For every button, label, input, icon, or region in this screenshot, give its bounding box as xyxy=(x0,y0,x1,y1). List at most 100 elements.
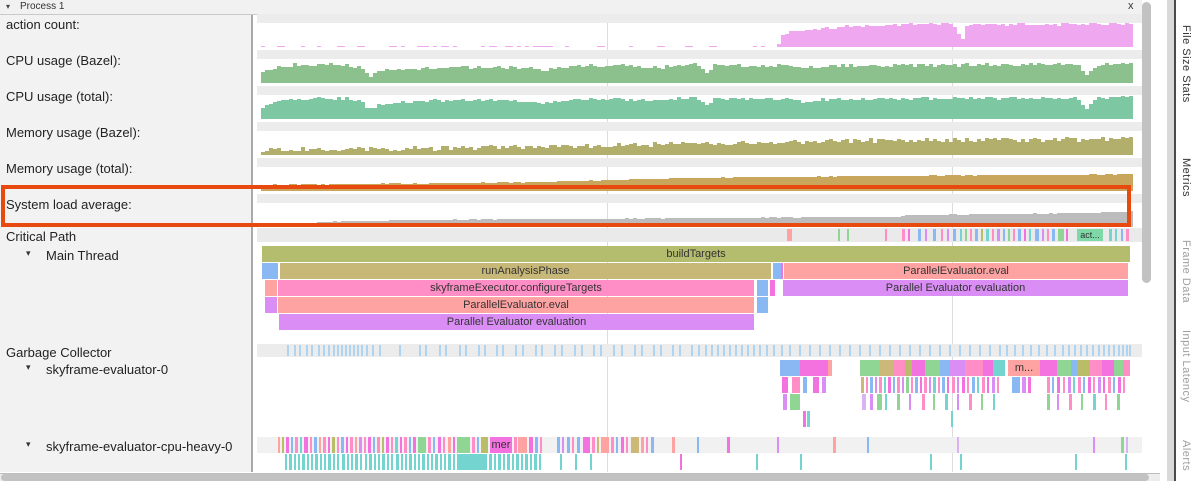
trace-span[interactable] xyxy=(792,377,800,393)
trace-span[interactable] xyxy=(877,394,882,410)
gc-tick[interactable] xyxy=(1113,345,1115,356)
trace-span[interactable] xyxy=(756,454,758,470)
trace-span[interactable] xyxy=(911,377,913,393)
trace-span[interactable] xyxy=(387,454,389,470)
trace-span[interactable] xyxy=(782,377,788,393)
trace-span[interactable] xyxy=(866,377,868,393)
trace-span[interactable] xyxy=(320,454,322,470)
gc-tick[interactable] xyxy=(484,345,486,356)
trace-span[interactable] xyxy=(404,437,407,453)
trace-span[interactable] xyxy=(1123,360,1130,376)
trace-span[interactable] xyxy=(374,454,376,470)
trace-span[interactable] xyxy=(828,360,832,376)
trace-span[interactable] xyxy=(302,454,305,470)
gc-tick[interactable] xyxy=(287,345,289,356)
trace-span[interactable] xyxy=(382,454,385,470)
process-header[interactable]: ▾ Process 1 x xyxy=(0,0,1142,15)
trace-span[interactable] xyxy=(333,454,335,470)
gc-tick[interactable] xyxy=(1098,345,1100,356)
trace-span[interactable] xyxy=(807,411,810,427)
trace-span[interactable] xyxy=(925,360,940,376)
trace-span[interactable] xyxy=(930,454,932,470)
gc-tick[interactable] xyxy=(1046,345,1048,356)
gc-tick[interactable] xyxy=(1022,345,1024,356)
trace-span[interactable]: mer xyxy=(490,437,512,453)
trace-span[interactable] xyxy=(651,437,654,453)
trace-span[interactable] xyxy=(521,454,523,470)
gc-tick[interactable] xyxy=(535,345,537,356)
trace-span[interactable] xyxy=(757,280,768,296)
gc-tick[interactable] xyxy=(1038,345,1040,356)
gc-tick[interactable] xyxy=(1108,345,1110,356)
trace-span[interactable] xyxy=(457,437,470,453)
trace-span[interactable] xyxy=(291,437,293,453)
gc-tick[interactable] xyxy=(361,345,363,356)
gc-tick[interactable] xyxy=(781,345,783,356)
gc-tick[interactable] xyxy=(1014,345,1016,356)
gc-tick[interactable] xyxy=(741,345,743,356)
gc-tick[interactable] xyxy=(1118,345,1120,356)
gc-tick[interactable] xyxy=(613,345,615,356)
critical-path-tick[interactable] xyxy=(1018,229,1021,241)
trace-span[interactable] xyxy=(1088,377,1091,393)
trace-span[interactable] xyxy=(1126,437,1128,453)
gc-tick[interactable] xyxy=(979,345,981,356)
gc-tick[interactable] xyxy=(600,345,602,356)
critical-path-tick[interactable] xyxy=(986,229,989,241)
gc-tick[interactable] xyxy=(593,345,595,356)
gc-tick[interactable] xyxy=(698,345,700,356)
trace-span[interactable] xyxy=(433,437,435,453)
trace-span[interactable] xyxy=(319,437,321,453)
gc-tick[interactable] xyxy=(299,345,301,356)
critical-path-tick[interactable] xyxy=(847,229,849,241)
trace-span[interactable] xyxy=(861,377,864,393)
trace-span[interactable] xyxy=(265,297,277,313)
gc-tick[interactable] xyxy=(849,345,851,356)
trace-span[interactable] xyxy=(507,454,510,470)
trace-span[interactable] xyxy=(378,454,380,470)
critical-path-tick[interactable] xyxy=(1003,229,1005,241)
trace-span[interactable] xyxy=(893,377,895,393)
trace-span[interactable] xyxy=(940,360,950,376)
trace-span[interactable] xyxy=(567,437,570,453)
trace-span[interactable] xyxy=(1093,394,1096,410)
gc-tick[interactable] xyxy=(372,345,374,356)
trace-span[interactable] xyxy=(992,377,995,393)
trace-span[interactable] xyxy=(912,360,925,376)
critical-path-tick[interactable] xyxy=(933,229,936,241)
gc-tick[interactable] xyxy=(1080,345,1082,356)
trace-span[interactable] xyxy=(993,360,1005,376)
trace-span[interactable] xyxy=(1102,360,1114,376)
gc-tick[interactable] xyxy=(1074,345,1076,356)
trace-span[interactable] xyxy=(945,394,948,410)
gc-tick[interactable] xyxy=(311,345,313,356)
critical-path-tick[interactable] xyxy=(1029,229,1031,241)
trace-span[interactable] xyxy=(957,377,959,393)
trace-span[interactable] xyxy=(888,377,891,393)
gc-tick[interactable] xyxy=(1006,345,1008,356)
gc-tick[interactable] xyxy=(294,345,296,356)
critical-path-tick[interactable] xyxy=(1058,229,1064,241)
gc-tick[interactable] xyxy=(496,345,498,356)
trace-span[interactable] xyxy=(867,437,869,453)
trace-span[interactable] xyxy=(967,377,969,393)
trace-span[interactable] xyxy=(897,394,900,410)
trace-span[interactable] xyxy=(427,454,429,470)
trace-span[interactable] xyxy=(965,360,983,376)
gc-tick[interactable] xyxy=(621,345,623,356)
gc-tick[interactable] xyxy=(1129,345,1131,356)
trace-span[interactable] xyxy=(1012,377,1020,393)
trace-span[interactable] xyxy=(377,437,380,453)
trace-span[interactable] xyxy=(987,377,989,393)
gc-tick[interactable] xyxy=(1126,345,1128,356)
critical-path-tick[interactable] xyxy=(838,229,840,241)
trace-span[interactable] xyxy=(1121,437,1124,453)
critical-path-tick[interactable] xyxy=(885,229,887,241)
trace-span[interactable] xyxy=(295,437,298,453)
trace-span[interactable] xyxy=(1057,360,1071,376)
trace-span[interactable] xyxy=(534,454,537,470)
gc-tick[interactable] xyxy=(465,345,467,356)
gc-tick[interactable] xyxy=(809,345,811,356)
trace-span[interactable] xyxy=(1075,454,1077,470)
gc-tick[interactable] xyxy=(1062,345,1064,356)
